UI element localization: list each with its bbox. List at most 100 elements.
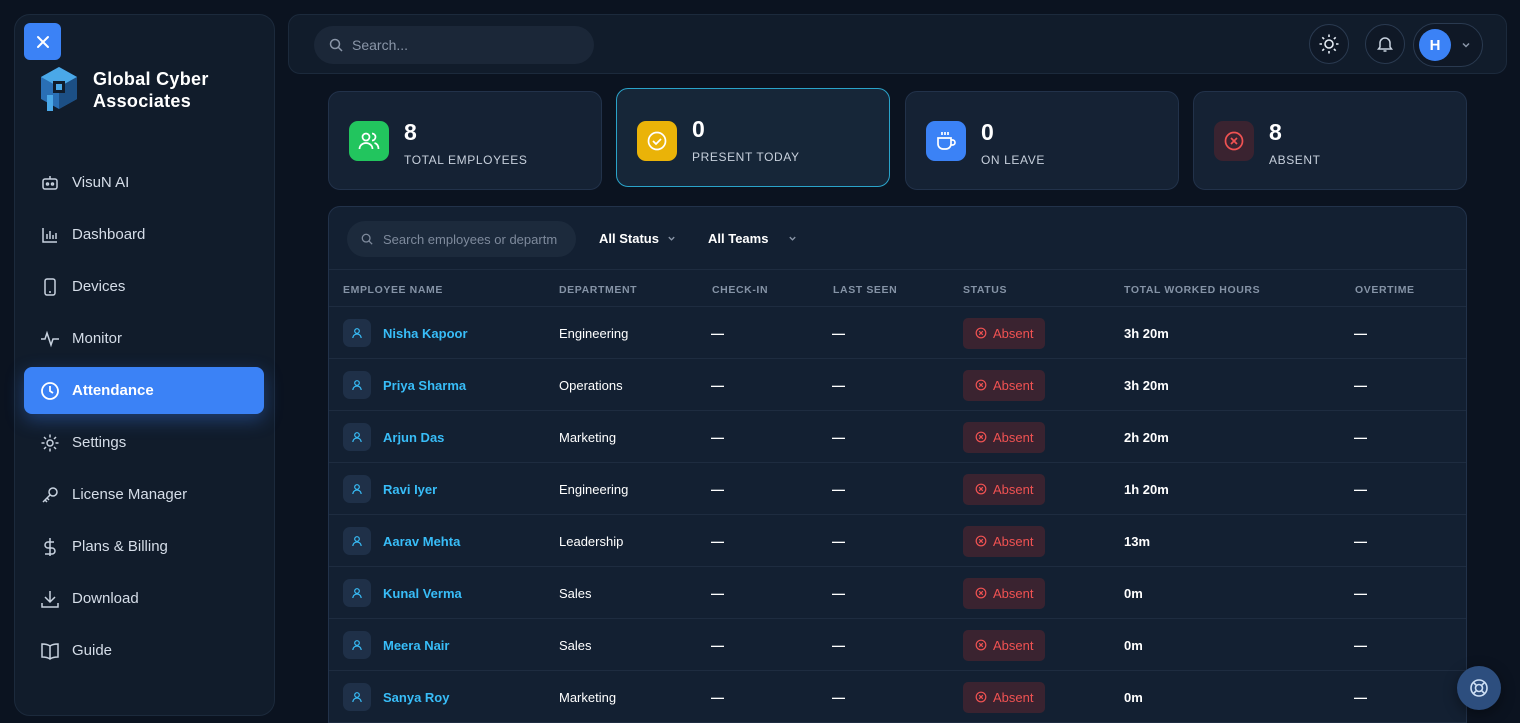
column-header[interactable]: TOTAL WORKED HOURS — [1124, 284, 1260, 296]
stat-card-on-leave: 0 ON LEAVE — [905, 91, 1179, 190]
last-seen-cell: — — [832, 377, 845, 393]
coffee-icon — [926, 121, 966, 161]
teams-filter-select[interactable]: All Teams — [708, 231, 797, 246]
overtime-cell: — — [1354, 481, 1367, 497]
column-header[interactable]: EMPLOYEE NAME — [343, 284, 443, 296]
table-row[interactable]: Ravi Iyer Engineering — — Absent 1h 20m … — [329, 463, 1466, 515]
x-circle-icon — [975, 379, 987, 391]
clock-icon — [40, 381, 60, 401]
status-filter-select[interactable]: All Status — [599, 231, 676, 246]
status-text: Absent — [993, 429, 1034, 445]
table-row[interactable]: Arjun Das Marketing — — Absent 2h 20m — — [329, 411, 1466, 463]
sidebar-item-download[interactable]: Download — [24, 575, 264, 622]
sidebar-item-license-manager[interactable]: License Manager — [24, 471, 264, 518]
sun-icon — [1319, 34, 1339, 54]
sidebar-item-monitor[interactable]: Monitor — [24, 315, 264, 362]
chevron-down-icon — [668, 236, 675, 241]
employee-name-link[interactable]: Nisha Kapoor — [383, 326, 468, 341]
help-button[interactable] — [1457, 666, 1501, 710]
status-text: Absent — [993, 325, 1034, 341]
table-row[interactable]: Kunal Verma Sales — — Absent 0m — — [329, 567, 1466, 619]
worked-hours-cell: 0m — [1124, 637, 1143, 653]
employee-name-link[interactable]: Aarav Mehta — [383, 534, 460, 549]
avatar: H — [1419, 29, 1451, 61]
status-badge: Absent — [963, 681, 1046, 713]
chevron-down-icon — [789, 236, 797, 241]
brand[interactable]: Global Cyber Associates — [37, 65, 233, 115]
last-seen-cell: — — [832, 689, 845, 705]
status-badge: Absent — [963, 473, 1046, 505]
worked-hours-cell: 2h 20m — [1124, 429, 1169, 445]
overtime-cell: — — [1354, 533, 1367, 549]
check-in-cell: — — [711, 429, 724, 445]
department-cell: Sales — [559, 585, 592, 601]
status-text: Absent — [993, 481, 1034, 497]
search-icon — [361, 233, 373, 245]
table-row[interactable]: Priya Sharma Operations — — Absent 3h 20… — [329, 359, 1466, 411]
global-search-input[interactable]: Search... — [314, 26, 594, 64]
last-seen-cell: — — [832, 325, 845, 341]
x-circle-icon — [1214, 121, 1254, 161]
user-menu-button[interactable]: H — [1413, 23, 1483, 67]
table-row[interactable]: Aarav Mehta Leadership — — Absent 13m — — [329, 515, 1466, 567]
employee-name-link[interactable]: Sanya Roy — [383, 690, 449, 705]
x-circle-icon — [975, 691, 987, 703]
person-icon — [343, 423, 371, 451]
employee-search-input[interactable]: Search employees or departm — [347, 221, 576, 257]
column-header[interactable]: LAST SEEN — [833, 284, 897, 296]
status-badge: Absent — [963, 525, 1046, 557]
stat-value: 0 — [981, 119, 994, 145]
sidebar-item-label: Monitor — [72, 330, 123, 347]
column-header[interactable]: OVERTIME — [1355, 284, 1415, 296]
theme-toggle-button[interactable] — [1309, 24, 1349, 64]
sidebar-item-visun-ai[interactable]: VisuN AI — [24, 159, 264, 206]
check-in-cell: — — [711, 585, 724, 601]
stat-card-present-today: 0 PRESENT TODAY — [616, 88, 890, 187]
check-circle-icon — [637, 121, 677, 161]
department-cell: Marketing — [559, 689, 617, 705]
status-badge: Absent — [963, 629, 1046, 661]
column-header[interactable]: STATUS — [963, 284, 1007, 296]
sidebar-nav: VisuN AI Dashboard Devices Monitor Atten… — [24, 159, 264, 679]
employee-name-link[interactable]: Kunal Verma — [383, 586, 462, 601]
worked-hours-cell: 3h 20m — [1124, 325, 1169, 341]
x-circle-icon — [975, 431, 987, 443]
sidebar-item-settings[interactable]: Settings — [24, 419, 264, 466]
sidebar-item-guide[interactable]: Guide — [24, 627, 264, 674]
sidebar-item-plans-billing[interactable]: Plans & Billing — [24, 523, 264, 570]
sidebar-item-attendance[interactable]: Attendance — [24, 367, 264, 414]
check-in-cell: — — [711, 637, 724, 653]
table-row[interactable]: Nisha Kapoor Engineering — — Absent 3h 2… — [329, 307, 1466, 359]
worked-hours-cell: 1h 20m — [1124, 481, 1169, 497]
department-cell: Engineering — [559, 481, 629, 497]
lifebuoy-icon — [1470, 679, 1488, 697]
chart-icon — [40, 225, 60, 245]
status-badge: Absent — [963, 369, 1046, 401]
employee-name-link[interactable]: Meera Nair — [383, 638, 449, 653]
bot-icon — [40, 173, 60, 193]
table-row[interactable]: Meera Nair Sales — — Absent 0m — — [329, 619, 1466, 671]
employee-name-link[interactable]: Ravi Iyer — [383, 482, 437, 497]
sidebar-item-label: License Manager — [72, 486, 188, 503]
sidebar-item-label: VisuN AI — [72, 174, 130, 191]
check-in-cell: — — [711, 533, 724, 549]
sidebar-item-devices[interactable]: Devices — [24, 263, 264, 310]
person-icon — [343, 527, 371, 555]
stat-card-total-employees: 8 TOTAL EMPLOYEES — [328, 91, 602, 190]
column-header[interactable]: CHECK-IN — [712, 284, 768, 296]
last-seen-cell: — — [832, 481, 845, 497]
overtime-cell: — — [1354, 637, 1367, 653]
sidebar-item-dashboard[interactable]: Dashboard — [24, 211, 264, 258]
table-row[interactable]: Sanya Roy Marketing — — Absent 0m — — [329, 671, 1466, 723]
employee-name-link[interactable]: Arjun Das — [383, 430, 444, 445]
sidebar-item-label: Devices — [72, 278, 126, 295]
person-icon — [343, 371, 371, 399]
employee-name-link[interactable]: Priya Sharma — [383, 378, 466, 393]
close-sidebar-button[interactable] — [24, 23, 61, 60]
status-text: Absent — [993, 585, 1034, 601]
worked-hours-cell: 3h 20m — [1124, 377, 1169, 393]
stat-label: TOTAL EMPLOYEES — [404, 153, 528, 167]
notifications-button[interactable] — [1365, 24, 1405, 64]
column-header[interactable]: DEPARTMENT — [559, 284, 637, 296]
last-seen-cell: — — [832, 429, 845, 445]
